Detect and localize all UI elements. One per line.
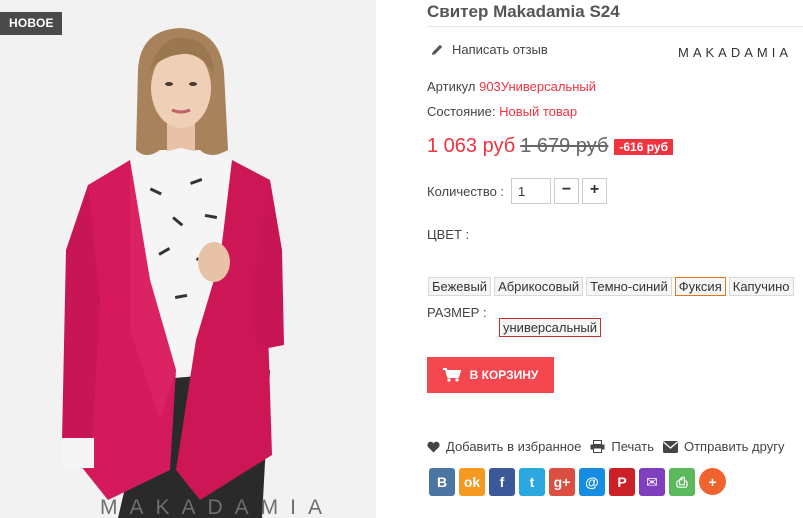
quantity-input[interactable] xyxy=(511,178,551,204)
product-info: Свитер Makadamia S24 Написать отзыв MAKA… xyxy=(376,0,803,518)
condition-row: Состояние: Новый товар xyxy=(427,104,577,119)
quantity-decrease-button[interactable]: − xyxy=(554,178,579,204)
heart-icon xyxy=(427,441,440,452)
print-link[interactable]: Печать xyxy=(590,439,654,454)
discount-badge: -616 руб xyxy=(614,138,673,155)
envelope-icon xyxy=(662,440,678,453)
email-share-icon[interactable]: ✉ xyxy=(639,468,665,496)
image-watermark: MAKADAMIA xyxy=(100,496,335,518)
color-options: Бежевый Абрикосовый Темно-синий Фуксия К… xyxy=(428,277,794,296)
add-to-cart-button[interactable]: В КОРЗИНУ xyxy=(427,357,554,393)
color-option-beige[interactable]: Бежевый xyxy=(428,277,492,296)
pencil-icon xyxy=(432,44,443,55)
printer-icon xyxy=(590,440,605,453)
facebook-share-icon[interactable]: f xyxy=(489,468,515,496)
print-label: Печать xyxy=(611,439,654,454)
send-to-friend-label: Отправить другу xyxy=(683,439,785,454)
product-image[interactable]: НОВОЕ MAKADAMIA xyxy=(0,0,376,518)
condition-value: Новый товар xyxy=(499,104,578,119)
size-option-universal[interactable]: универсальный xyxy=(499,318,602,337)
add-to-favorites-link[interactable]: Добавить в избранное xyxy=(427,439,581,454)
current-price: 1 063 руб xyxy=(427,135,516,157)
cart-icon xyxy=(442,368,461,382)
product-title: Свитер Makadamia S24 xyxy=(427,2,620,21)
pinterest-share-icon[interactable]: P xyxy=(609,468,635,496)
price-block: 1 063 руб 1 679 руб -616 руб xyxy=(427,135,673,158)
sku-value: 903Универсальный xyxy=(479,79,596,94)
odnoklassniki-share-icon[interactable]: ok xyxy=(459,468,485,496)
size-label: РАЗМЕР : xyxy=(427,305,487,320)
title-divider xyxy=(427,26,803,27)
print-share-icon[interactable]: ⎙ xyxy=(669,468,695,496)
write-review-label: Написать отзыв xyxy=(452,42,548,57)
vk-share-icon[interactable]: В xyxy=(429,468,455,496)
more-share-icon[interactable]: + xyxy=(699,468,726,495)
mail-ru-share-icon[interactable]: @ xyxy=(579,468,605,496)
color-option-fuchsia[interactable]: Фуксия xyxy=(674,277,726,296)
color-option-apricot[interactable]: Абрикосовый xyxy=(494,277,584,296)
add-to-favorites-label: Добавить в избранное xyxy=(446,439,582,454)
quantity-label: Количество : xyxy=(427,184,505,199)
product-actions: Добавить в избранное Печать Отправить др… xyxy=(427,439,793,454)
sku-row: Артикул 903Универсальный xyxy=(427,79,596,94)
google-plus-share-icon[interactable]: g+ xyxy=(549,468,575,496)
sku-label: Артикул xyxy=(427,79,476,94)
twitter-share-icon[interactable]: t xyxy=(519,468,545,496)
send-to-friend-link[interactable]: Отправить другу xyxy=(662,439,785,454)
color-option-navy[interactable]: Темно-синий xyxy=(586,277,672,296)
condition-label: Состояние: xyxy=(427,104,496,119)
add-to-cart-label: В КОРЗИНУ xyxy=(469,368,539,382)
color-option-cappuccino[interactable]: Капучино xyxy=(728,277,794,296)
old-price: 1 679 руб xyxy=(520,135,609,157)
write-review-link[interactable]: Написать отзыв xyxy=(431,42,548,57)
brand-logo[interactable]: MAKADAMIA xyxy=(678,45,792,60)
model-illustration xyxy=(0,0,376,518)
color-label: ЦВЕТ : xyxy=(427,227,470,242)
share-buttons: В ok f t g+ @ P ✉ ⎙ + xyxy=(429,468,726,496)
quantity-increase-button[interactable]: + xyxy=(582,178,607,204)
new-badge: НОВОЕ xyxy=(0,12,62,35)
